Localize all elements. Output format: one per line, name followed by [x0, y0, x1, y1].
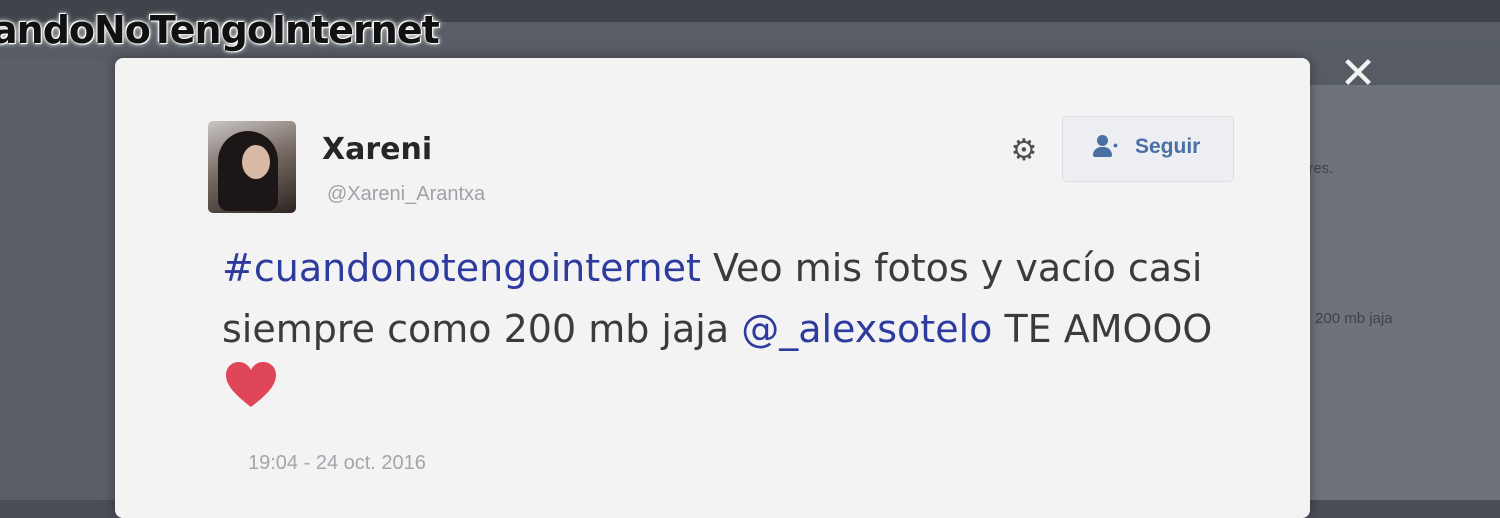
- tweet-tail-text: TE AMOOO: [992, 307, 1213, 351]
- author-display-name[interactable]: Xareni: [322, 132, 432, 167]
- close-icon[interactable]: ✕: [1336, 52, 1380, 96]
- heart-icon: [226, 361, 276, 407]
- tweet-timestamp[interactable]: 19:04 - 24 oct. 2016: [248, 452, 426, 475]
- follow-button-label: Seguir: [1135, 135, 1201, 158]
- page-title: andoNoTengoInternet: [0, 8, 440, 52]
- author-screen-name[interactable]: @Xareni_Arantxa: [327, 183, 485, 206]
- hashtag-link[interactable]: #cuandonotengointernet: [222, 246, 701, 290]
- gear-icon[interactable]: ⚙: [1008, 135, 1040, 167]
- follow-button[interactable]: • Seguir: [1062, 116, 1234, 182]
- tweet-text: #cuandonotengointernet Veo mis fotos y v…: [222, 238, 1242, 421]
- mention-link[interactable]: @_alexsotelo: [741, 307, 992, 351]
- avatar[interactable]: [208, 121, 296, 213]
- add-user-icon: •: [1093, 135, 1123, 161]
